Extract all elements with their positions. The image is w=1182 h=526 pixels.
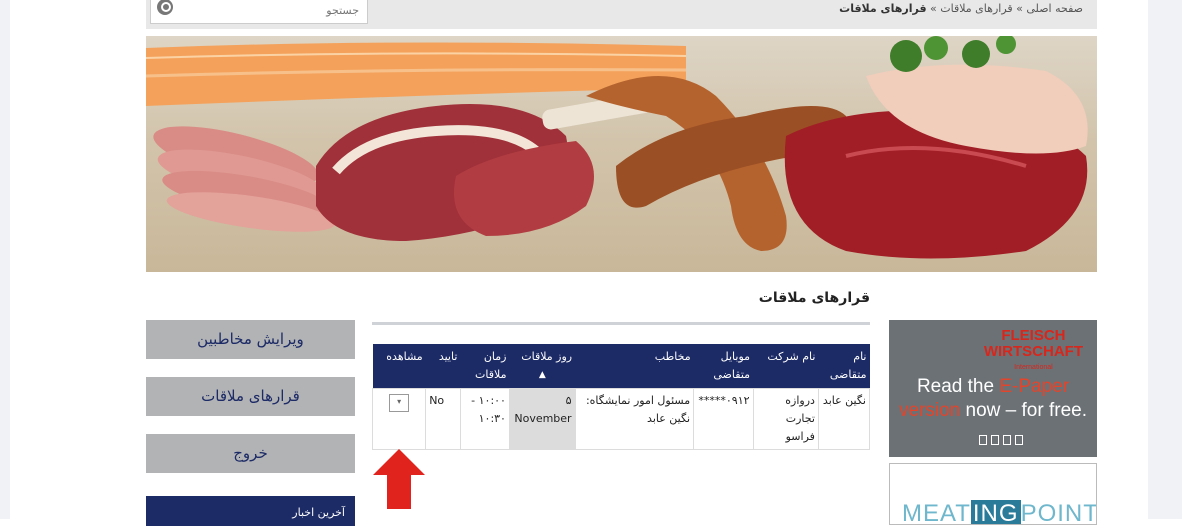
fleischwirtschaft-ad[interactable]: FLEISCH WIRTSCHAFT International Read th…	[889, 320, 1097, 457]
meatingpoint-ad[interactable]: MEATINGPOINT	[889, 463, 1097, 525]
breadcrumb-home[interactable]: صفحه اصلی	[1026, 2, 1083, 15]
logo-part-meat: MEAT	[902, 500, 971, 525]
breadcrumb-current: قرارهای ملاقات	[839, 2, 927, 15]
table-row: نگین عابد دروازه تجارت فراسو *****۰۹۱۲ م…	[371, 388, 871, 450]
meetings-table: نام متقاضی نام شرکت موبایل متقاضی مخاطب …	[371, 344, 871, 450]
latest-news-header: آخرین اخبار	[146, 496, 355, 526]
cell-confirm: No	[425, 388, 461, 450]
cell-day: ۵ November	[508, 388, 576, 450]
devices-icon	[979, 435, 1023, 445]
breadcrumb-separator: »	[1016, 2, 1023, 15]
cell-company: دروازه تجارت فراسو	[752, 388, 819, 450]
search-icon[interactable]	[157, 0, 173, 15]
top-bar: صفحه اصلی » قرارهای ملاقات » قرارهای ملا…	[146, 0, 1097, 29]
header-view: مشاهده	[372, 344, 426, 389]
ad-headline-2: version now – for free.	[889, 400, 1097, 422]
page-title: قرارهای ملاقات	[758, 290, 870, 306]
breadcrumb-meetings[interactable]: قرارهای ملاقات	[940, 2, 1012, 15]
brand-sub: International	[1014, 364, 1053, 371]
latest-news-label: آخرین اخبار	[292, 506, 345, 519]
banner-image	[146, 36, 1097, 272]
breadcrumb-separator: »	[930, 2, 937, 15]
meat-products-illustration	[146, 36, 1088, 259]
meetings-button[interactable]: قرارهای ملاقات	[146, 377, 355, 416]
header-day-label: روز ملاقات	[521, 350, 573, 363]
header-company[interactable]: نام شرکت	[753, 344, 819, 389]
header-confirm[interactable]: تایید	[425, 344, 461, 389]
red-arrow-annotation	[373, 449, 425, 509]
header-contact[interactable]: مخاطب	[575, 344, 694, 389]
cell-contact: مسئول امور نمایشگاه: نگین عابد	[574, 388, 695, 450]
right-background-strip	[1148, 0, 1182, 519]
header-day[interactable]: روز ملاقات ▲	[509, 344, 576, 389]
fleischwirtschaft-logo: FLEISCH WIRTSCHAFT International	[984, 328, 1083, 376]
ad-read-the: Read the	[916, 376, 995, 397]
breadcrumb: صفحه اصلی » قرارهای ملاقات » قرارهای ملا…	[839, 2, 1083, 15]
cell-name: نگین عابد	[817, 388, 871, 450]
header-name[interactable]: نام متقاضی	[818, 344, 870, 389]
cell-mobile: *****۰۹۱۲	[693, 388, 754, 450]
view-details-button[interactable]: ▾	[389, 394, 410, 412]
logo-part-ing: ING	[970, 500, 1021, 525]
search-input[interactable]	[197, 3, 361, 18]
brand-line2: WIRTSCHAFT	[983, 343, 1083, 360]
brand-line1: FLEISCH	[1001, 327, 1066, 344]
logo-part-point: POINT	[1020, 500, 1097, 525]
table-header-row: نام متقاضی نام شرکت موبایل متقاضی مخاطب …	[372, 344, 870, 389]
left-background-strip	[0, 0, 10, 519]
ad-version: version	[899, 400, 961, 421]
ad-now-free: now – for free.	[965, 400, 1087, 421]
meatingpoint-logo: MEATINGPOINT	[902, 500, 1097, 525]
header-time[interactable]: زمان ملاقات	[460, 344, 510, 389]
ad-e-paper: E-Paper	[999, 376, 1070, 397]
edit-contacts-button[interactable]: ویرایش مخاطبین	[146, 320, 355, 359]
ad-headline-1: Read the E-Paper	[889, 376, 1097, 398]
cell-view: ▾	[371, 388, 427, 450]
cell-time: ۱۰:۰۰ - ۱۰:۳۰	[459, 388, 510, 450]
table-divider	[372, 322, 870, 325]
header-mobile[interactable]: موبایل متقاضی	[693, 344, 754, 389]
search-box[interactable]	[150, 0, 368, 24]
sort-ascending-icon: ▲	[538, 370, 546, 380]
logout-button[interactable]: خروج	[146, 434, 355, 473]
